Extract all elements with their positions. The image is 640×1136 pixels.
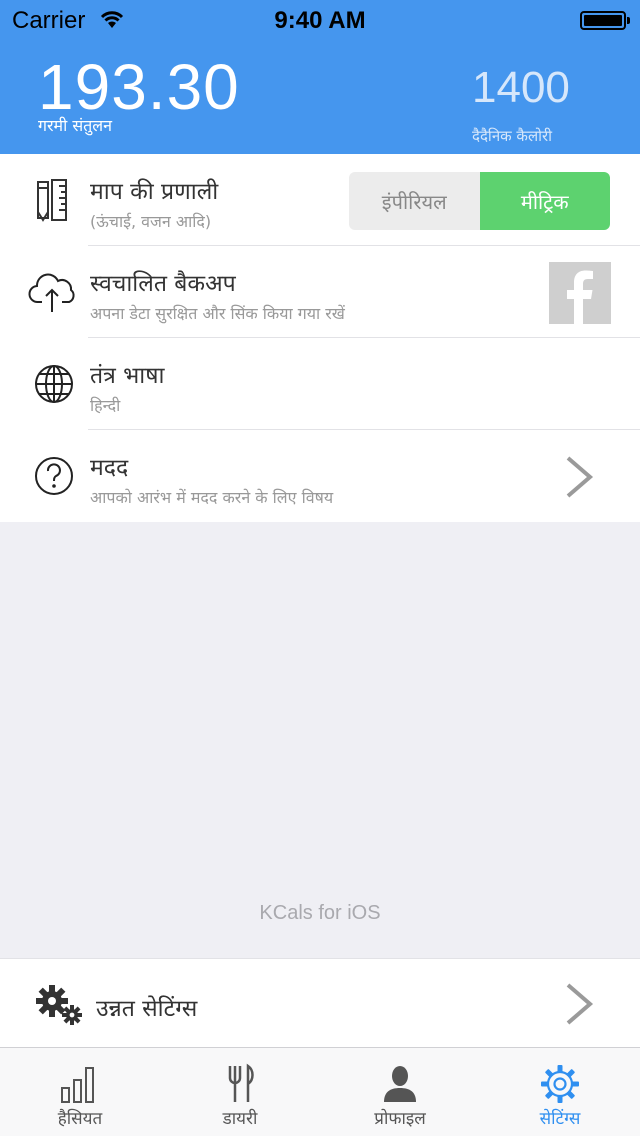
- backup-subtitle: अपना डेटा सुरक्षित और सिंक किया गया रखें: [90, 304, 345, 323]
- tab-profile[interactable]: प्रोफाइल: [320, 1048, 480, 1136]
- tab-label: प्रोफाइल: [374, 1109, 426, 1129]
- units-row: माप की प्रणाली (ऊंचाई, वजन आदि) इंपीरियल…: [0, 154, 640, 246]
- advanced-settings-title: उन्नत सेटिंग्स: [96, 996, 198, 1022]
- cloud-upload-icon: [28, 273, 75, 312]
- help-subtitle: आपको आरंभ में मदद करने के लिए विषय: [90, 488, 334, 507]
- fork-knife-icon: [228, 1063, 254, 1102]
- gear-icon: [541, 1065, 579, 1103]
- facebook-button[interactable]: [549, 262, 611, 324]
- header: Carrier 9:40 AM 193.30 गरमी संतुलन 1400 …: [0, 0, 640, 154]
- tab-label: डायरी: [222, 1109, 258, 1129]
- app-version-text: KCals for iOS: [259, 902, 381, 924]
- chevron-right-icon[interactable]: [560, 454, 600, 500]
- tab-diary[interactable]: डायरी: [160, 1048, 320, 1136]
- globe-icon: [35, 365, 73, 403]
- daily-calories-label: दैदैनिक कैलोरी: [472, 127, 553, 145]
- units-title: माप की प्रणाली: [90, 179, 219, 205]
- person-icon: [384, 1066, 416, 1102]
- battery-icon: [580, 11, 626, 30]
- status-bar: Carrier 9:40 AM: [0, 0, 640, 40]
- help-title: मदद: [90, 455, 129, 481]
- daily-calories-value: 1400: [472, 63, 570, 112]
- imperial-option[interactable]: इंपीरियल: [349, 172, 480, 230]
- tab-status[interactable]: हैसियत: [0, 1048, 160, 1136]
- language-title: तंत्र भाषा: [90, 363, 165, 389]
- bar-chart-icon: [61, 1067, 94, 1103]
- unit-system-toggle[interactable]: इंपीरियल मीट्रिक: [349, 172, 610, 230]
- clock: 9:40 AM: [274, 7, 366, 34]
- units-subtitle: (ऊंचाई, वजन आदि): [90, 212, 212, 231]
- language-subtitle: हिन्दी: [90, 396, 121, 415]
- balance-label: गरमी संतुलन: [38, 116, 113, 135]
- facebook-icon: [567, 270, 593, 324]
- help-icon: [35, 457, 73, 495]
- tab-bar: हैसियत डायरी प्रोफाइल सेटिंग्स: [0, 1047, 640, 1136]
- ruler-pencil-icon: [37, 179, 67, 222]
- balance-value: 193.30: [38, 51, 240, 123]
- metric-option[interactable]: मीट्रिक: [479, 172, 610, 230]
- backup-row[interactable]: स्वचालित बैकअप अपना डेटा सुरक्षित और सिं…: [0, 246, 640, 338]
- chevron-right-icon[interactable]: [560, 981, 600, 1027]
- language-row[interactable]: तंत्र भाषा हिन्दी: [0, 338, 640, 430]
- advanced-settings-row[interactable]: उन्नत सेटिंग्स: [0, 958, 640, 1048]
- tab-label: सेटिंग्स: [539, 1109, 581, 1129]
- tab-label: हैसियत: [57, 1109, 103, 1129]
- backup-title: स्वचालित बैकअप: [90, 271, 236, 297]
- gears-icon: [36, 985, 82, 1025]
- tab-settings[interactable]: सेटिंग्स: [480, 1048, 640, 1136]
- settings-list: माप की प्रणाली (ऊंचाई, वजन आदि) इंपीरियल…: [0, 154, 640, 522]
- help-row[interactable]: मदद आपको आरंभ में मदद करने के लिए विषय: [0, 430, 640, 522]
